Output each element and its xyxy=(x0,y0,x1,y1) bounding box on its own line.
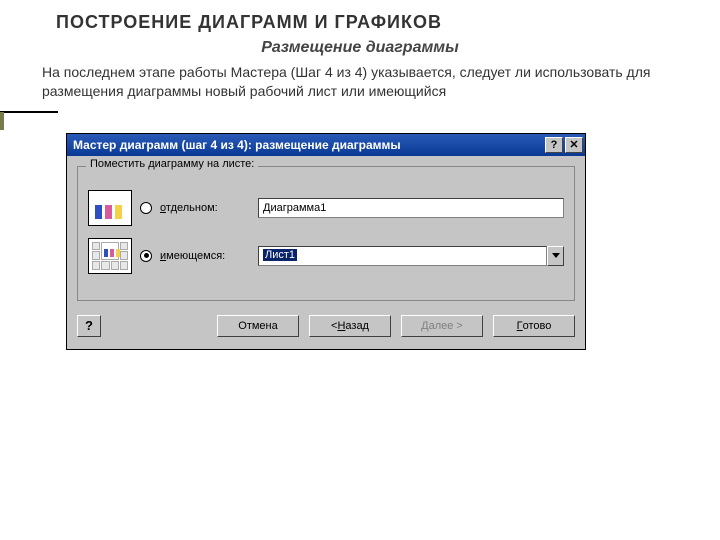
divider xyxy=(0,111,58,113)
titlebar-text: Мастер диаграмм (шаг 4 из 4): размещение… xyxy=(73,138,543,152)
next-button: Далее > xyxy=(401,315,483,337)
row-existing-sheet: имеющемся: Лист1 xyxy=(88,238,564,274)
placement-group: Поместить диаграмму на листе: отдельном:… xyxy=(77,166,575,301)
group-legend: Поместить диаграмму на листе: xyxy=(86,158,258,170)
page-title: ПОСТРОЕНИЕ ДИАГРАММ И ГРАФИКОВ xyxy=(0,0,720,33)
chevron-down-icon xyxy=(552,253,560,258)
row-separate-sheet: отдельном: xyxy=(88,190,564,226)
radio-separate[interactable] xyxy=(140,202,152,214)
thumb-sheet-icon xyxy=(88,238,132,274)
decorative-marker xyxy=(0,112,4,130)
back-button[interactable]: < Назад xyxy=(309,315,391,337)
combo-dropdown-button[interactable] xyxy=(547,246,564,266)
radio-separate-label[interactable]: отдельном: xyxy=(160,202,250,214)
combo-field[interactable]: Лист1 xyxy=(258,246,547,266)
titlebar: Мастер диаграмм (шаг 4 из 4): размещение… xyxy=(67,134,585,156)
wizard-dialog: Мастер диаграмм (шаг 4 из 4): размещение… xyxy=(66,133,586,350)
input-new-sheet-name[interactable] xyxy=(258,198,564,218)
radio-existing-label[interactable]: имеющемся: xyxy=(160,250,250,262)
combo-existing-sheet[interactable]: Лист1 xyxy=(258,246,564,266)
titlebar-close-button[interactable]: ✕ xyxy=(565,137,583,153)
finish-button[interactable]: Готово xyxy=(493,315,575,337)
cancel-button[interactable]: Отмена xyxy=(217,315,299,337)
thumb-chart-icon xyxy=(88,190,132,226)
dialog-footer: ? Отмена < Назад Далее > Готово xyxy=(67,309,585,349)
page-subtitle: Размещение диаграммы xyxy=(0,33,720,59)
body-paragraph: На последнем этапе работы Мастера (Шаг 4… xyxy=(0,59,700,109)
radio-existing[interactable] xyxy=(140,250,152,262)
help-button[interactable]: ? xyxy=(77,315,101,337)
titlebar-help-button[interactable]: ? xyxy=(545,137,563,153)
